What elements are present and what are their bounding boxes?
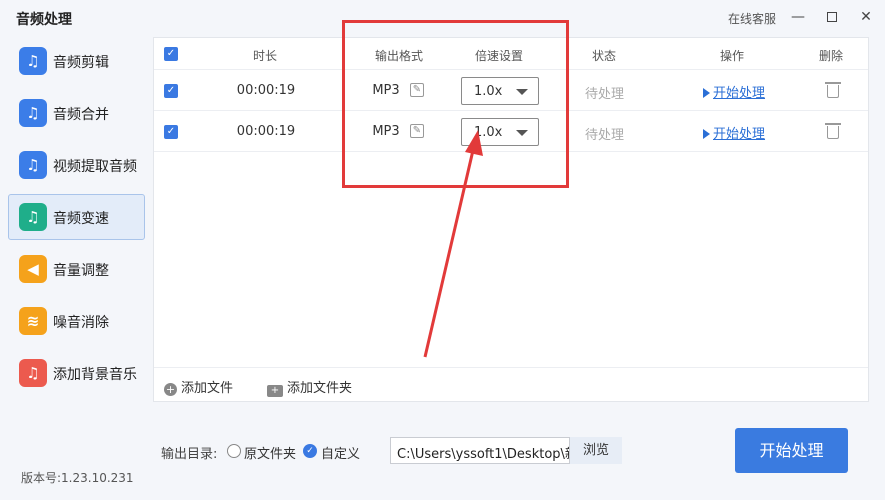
table-row: ✓ 00:00:19 MP3 ✎ 1.0x 待处理 开始处理 <box>154 71 868 111</box>
file-actions-bar: + 添加文件 + 添加文件夹 <box>154 367 868 401</box>
output-path-field[interactable]: C:\Users\yssoft1\Desktop\新 <box>390 437 570 464</box>
row-start-link[interactable]: 开始处理 <box>703 82 765 101</box>
duration-cell: 00:00:19 <box>236 83 296 98</box>
row-checkbox[interactable]: ✓ <box>164 84 178 98</box>
noise-wave-icon: ≋ <box>19 307 47 335</box>
sidebar-item-label: 噪音消除 <box>53 315 109 331</box>
status-cell: 待处理 <box>585 87 625 102</box>
header-status: 状态 <box>591 49 616 63</box>
sidebar-item-noise-removal[interactable]: ≋ 噪音消除 <box>8 298 145 344</box>
table-header: ✓ 时长 输出格式 倍速设置 状态 操作 删除 <box>154 38 868 70</box>
duration-cell: 00:00:19 <box>236 124 296 139</box>
maximize-button[interactable] <box>823 8 841 26</box>
row-start-label: 开始处理 <box>713 86 766 101</box>
add-folder-label: 添加文件夹 <box>287 381 353 396</box>
sidebar-item-audio-speed[interactable]: ♫ 音频变速 <box>8 194 145 240</box>
edit-icon[interactable]: ✎ <box>410 124 424 138</box>
version-label: 版本号:1.23.10.231 <box>21 471 134 485</box>
format-cell: MP3 <box>372 83 400 98</box>
start-process-button[interactable]: 开始处理 <box>735 428 848 473</box>
header-delete: 删除 <box>818 49 843 63</box>
speed-select[interactable]: 1.0x <box>461 118 539 146</box>
radio-custom-folder[interactable]: ✓ <box>303 444 317 458</box>
minimize-button[interactable]: — <box>789 8 807 26</box>
video-extract-icon: ♫ <box>19 151 47 179</box>
sidebar-item-audio-merge[interactable]: ♫ 音频合并 <box>8 90 145 136</box>
sidebar-item-bg-music[interactable]: ♫ 添加背景音乐 <box>8 350 145 396</box>
sidebar-item-label: 音频合并 <box>53 107 109 123</box>
header-action: 操作 <box>719 49 744 63</box>
sidebar-item-label: 音频变速 <box>53 211 109 227</box>
online-support-link[interactable]: 在线客服 <box>728 10 776 27</box>
speed-dial-icon: ♫ <box>19 203 47 231</box>
title-bar: 音频处理 在线客服 — ✕ <box>0 0 885 36</box>
trash-icon[interactable] <box>825 82 841 98</box>
row-start-label: 开始处理 <box>713 127 766 142</box>
merge-music-icon: ♫ <box>19 99 47 127</box>
browse-button[interactable]: 浏览 <box>570 437 622 464</box>
scissors-music-icon: ♫ <box>19 47 47 75</box>
speed-value: 1.0x <box>474 84 503 99</box>
radio-original-folder[interactable] <box>227 444 241 458</box>
radio-original-label: 原文件夹 <box>244 447 297 462</box>
chevron-down-icon <box>516 130 528 136</box>
play-icon <box>703 88 710 98</box>
volume-icon: ◀ <box>19 255 47 283</box>
add-file-label: 添加文件 <box>181 381 234 396</box>
sidebar: ♫ 音频剪辑 ♫ 音频合并 ♫ 视频提取音频 ♫ 音频变速 ◀ 音量调整 ≋ 噪… <box>0 36 150 416</box>
app-title: 音频处理 <box>16 12 72 28</box>
folder-plus-icon: + <box>267 385 283 397</box>
output-dir-label: 输出目录: <box>161 447 218 462</box>
header-format: 输出格式 <box>374 49 423 63</box>
table-row: ✓ 00:00:19 MP3 ✎ 1.0x 待处理 开始处理 <box>154 112 868 152</box>
sidebar-item-volume[interactable]: ◀ 音量调整 <box>8 246 145 292</box>
chevron-down-icon <box>516 89 528 95</box>
format-cell: MP3 <box>372 124 400 139</box>
plus-circle-icon: + <box>164 383 177 396</box>
sidebar-item-label: 音量调整 <box>53 263 109 279</box>
header-speed: 倍速设置 <box>474 49 523 63</box>
sidebar-item-label: 添加背景音乐 <box>53 367 137 383</box>
add-file-button[interactable]: + 添加文件 <box>164 377 233 396</box>
bg-music-icon: ♫ <box>19 359 47 387</box>
add-folder-button[interactable]: + 添加文件夹 <box>267 377 352 397</box>
status-cell: 待处理 <box>585 128 625 143</box>
row-start-link[interactable]: 开始处理 <box>703 123 765 142</box>
maximize-icon <box>827 12 837 22</box>
sidebar-item-video-extract[interactable]: ♫ 视频提取音频 <box>8 142 145 188</box>
speed-value: 1.0x <box>474 125 503 140</box>
sidebar-item-label: 视频提取音频 <box>53 159 137 175</box>
header-duration: 时长 <box>252 49 277 63</box>
close-button[interactable]: ✕ <box>857 8 875 26</box>
radio-custom-label: 自定义 <box>321 447 361 462</box>
edit-icon[interactable]: ✎ <box>410 83 424 97</box>
speed-select[interactable]: 1.0x <box>461 77 539 105</box>
row-checkbox[interactable]: ✓ <box>164 125 178 139</box>
sidebar-item-label: 音频剪辑 <box>53 55 109 71</box>
file-list-panel: ✓ 时长 输出格式 倍速设置 状态 操作 删除 ✓ 00:00:19 MP3 ✎… <box>153 37 869 402</box>
play-icon <box>703 129 710 139</box>
sidebar-item-audio-cut[interactable]: ♫ 音频剪辑 <box>8 38 145 84</box>
select-all-checkbox[interactable]: ✓ <box>164 47 178 61</box>
trash-icon[interactable] <box>825 123 841 139</box>
output-path-value: C:\Users\yssoft1\Desktop\新 <box>397 447 570 462</box>
